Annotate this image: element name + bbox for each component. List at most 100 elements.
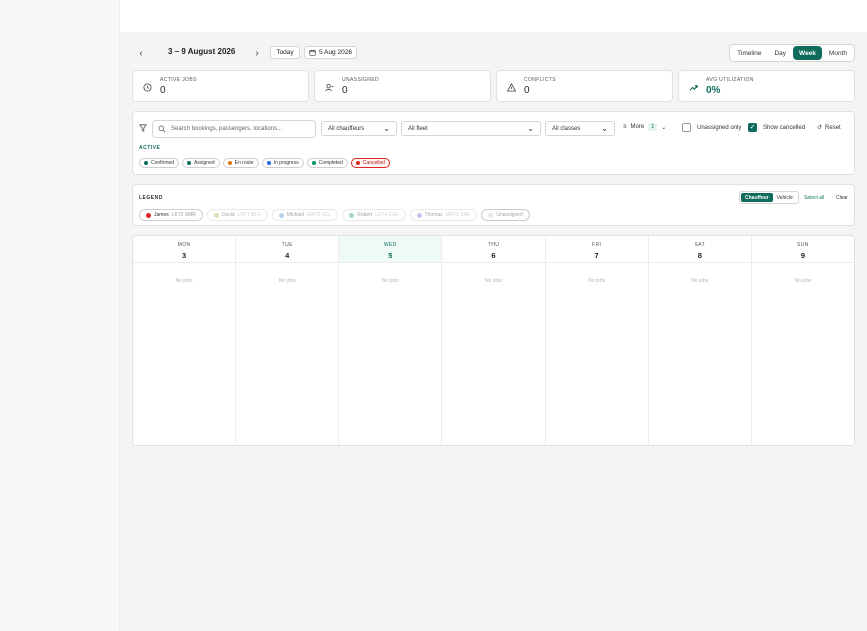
- legend-chip-plate: MA73 SRK: [445, 212, 471, 218]
- status-chip-assigned[interactable]: Assigned: [182, 158, 220, 168]
- date-picker-button[interactable]: 5 Aug 2026: [304, 46, 357, 59]
- status-chip-completed[interactable]: Completed: [306, 158, 348, 168]
- day-column-mon[interactable]: MON 3 No jobs: [133, 236, 237, 445]
- search-input[interactable]: Search bookings, passengers, locations..…: [152, 120, 316, 138]
- legend-dot: [146, 212, 151, 218]
- day-header: SUN 9: [751, 236, 854, 263]
- stat-value: 0: [342, 85, 348, 96]
- view-switcher: Timeline Day Week Month: [729, 44, 855, 62]
- clear-link[interactable]: Clear: [836, 195, 848, 201]
- unassigned-only-label: Unassigned only: [697, 124, 742, 131]
- status-chip-confirmed[interactable]: Confirmed: [139, 158, 180, 168]
- more-filters-button[interactable]: ≡ More 1 ⌄: [623, 123, 666, 131]
- status-chip-en-route[interactable]: En route: [222, 158, 259, 168]
- legend-dot: [416, 212, 422, 218]
- day-column-thu[interactable]: THU 6 No jobs: [442, 236, 546, 445]
- status-chip-label: Confirmed: [151, 160, 175, 166]
- date-picker-label: 5 Aug 2026: [319, 49, 352, 56]
- day-header: MON 3: [133, 236, 236, 263]
- stat-label: CONFLICTS: [524, 77, 556, 83]
- legend-chip-plate: LK72 XMR: [171, 212, 196, 218]
- day-column-fri[interactable]: FRI 7 No jobs: [545, 236, 649, 445]
- chevron-left-icon[interactable]: ‹: [134, 46, 148, 60]
- more-filters-count: 1: [648, 123, 658, 131]
- day-column-tue[interactable]: TUE 4 No jobs: [236, 236, 340, 445]
- checkbox-box[interactable]: [682, 123, 691, 132]
- legend-chip-name: James: [154, 212, 169, 218]
- legend-chip-name: David: [221, 212, 235, 218]
- day-of-week: FRI: [592, 242, 602, 248]
- select-all-link[interactable]: Select all: [804, 195, 824, 201]
- stat-label: ACTIVE JOBS: [160, 77, 197, 83]
- chevron-right-icon[interactable]: ›: [250, 46, 264, 60]
- status-chip-cancelled[interactable]: Cancelled: [350, 158, 391, 168]
- more-filters-label: More: [630, 124, 645, 130]
- stat-label: AVG UTILIZATION: [706, 77, 754, 83]
- legend-mode-chauffeur[interactable]: Chauffeur: [741, 193, 773, 202]
- legend-chip-james[interactable]: James LK72 XMR: [139, 209, 203, 221]
- status-dot: [227, 161, 232, 165]
- show-cancelled-checkbox[interactable]: ✓ Show cancelled: [748, 123, 805, 132]
- status-dot: [266, 161, 271, 165]
- check-icon[interactable]: ✓: [748, 123, 757, 132]
- status-chip-in-progress[interactable]: In progress: [261, 158, 304, 168]
- left-sidebar: [0, 0, 120, 631]
- status-dot: [144, 161, 148, 165]
- legend-chip-david[interactable]: David LN71 BFS: [206, 209, 268, 221]
- today-button[interactable]: Today: [270, 46, 300, 59]
- legend-chip-robert[interactable]: Robert LR74 EXE: [342, 209, 406, 221]
- legend-mode-vehicle[interactable]: Vehicle: [773, 193, 797, 202]
- status-chip-row: Confirmed Assigned En route In progress …: [139, 158, 391, 168]
- date-range-label: 3 – 9 August 2026: [168, 47, 236, 56]
- legend-chip-michael[interactable]: Michael MA72 VCL: [271, 209, 339, 221]
- day-header: FRI 7: [545, 236, 648, 263]
- status-dot: [311, 161, 316, 165]
- day-column-wed[interactable]: WED 5 No jobs: [339, 236, 443, 445]
- stat-value: 0: [524, 85, 530, 96]
- search-icon: [158, 125, 166, 133]
- status-chip-label: Completed: [318, 160, 343, 166]
- show-cancelled-label: Show cancelled: [763, 124, 806, 131]
- view-timeline-button[interactable]: Timeline: [731, 46, 767, 60]
- day-of-week: MON: [177, 242, 191, 248]
- legend-chip-unassigned[interactable]: Unassigned: [481, 209, 530, 221]
- unassigned-only-checkbox[interactable]: Unassigned only: [682, 123, 741, 132]
- day-column-sat[interactable]: SAT 8 No jobs: [648, 236, 752, 445]
- status-chip-label: In progress: [273, 160, 299, 166]
- legend-title: LEGEND: [139, 195, 163, 201]
- view-day-button[interactable]: Day: [768, 46, 792, 60]
- stat-card-avg-utilization: AVG UTILIZATION 0%: [678, 70, 855, 102]
- day-header: TUE 4: [236, 236, 339, 263]
- class-select-value: All classes: [552, 125, 581, 132]
- legend-chip-plate: LN71 BFS: [237, 212, 261, 218]
- top-bar: [120, 0, 867, 32]
- status-chip-label: En route: [234, 160, 254, 166]
- legend-chip-thomas[interactable]: Thomas MA73 SRK: [409, 209, 478, 221]
- day-column-sun[interactable]: SUN 9 No jobs: [751, 236, 854, 445]
- stat-value: 0%: [706, 85, 721, 96]
- class-select[interactable]: All classes ⌄: [545, 121, 615, 136]
- fleet-select[interactable]: All fleet ⌄: [401, 121, 541, 136]
- view-week-button[interactable]: Week: [793, 46, 822, 60]
- stats-row: ACTIVE JOBS 0 UNASSIGNED 0 CONFLICTS 0 A…: [132, 70, 855, 102]
- day-number: 7: [594, 251, 599, 260]
- search-placeholder: Search bookings, passengers, locations..…: [171, 126, 283, 132]
- view-month-button[interactable]: Month: [823, 46, 853, 60]
- day-number: 4: [285, 251, 290, 260]
- day-number: 5: [388, 251, 393, 260]
- chevron-down-icon: ⌄: [661, 124, 667, 131]
- legend-dot: [213, 212, 219, 218]
- filters-panel: Search bookings, passengers, locations..…: [132, 111, 855, 175]
- reset-button[interactable]: ↺ Reset: [817, 124, 841, 132]
- clock-icon: [143, 83, 152, 92]
- legend-panel: LEGEND Chauffeur Vehicle Select all Clea…: [132, 184, 855, 226]
- day-header: SAT 8: [648, 236, 751, 263]
- calendar-icon: [309, 49, 316, 56]
- no-jobs-text: No jobs: [485, 278, 502, 284]
- trend-up-icon: [689, 85, 698, 91]
- stat-card-conflicts: CONFLICTS 0: [496, 70, 673, 102]
- day-header: THU 6: [442, 236, 545, 263]
- chauffeur-select[interactable]: All chauffeurs ⌄: [321, 121, 397, 136]
- no-jobs-text: No jobs: [794, 278, 812, 284]
- day-of-week: THU: [487, 242, 500, 248]
